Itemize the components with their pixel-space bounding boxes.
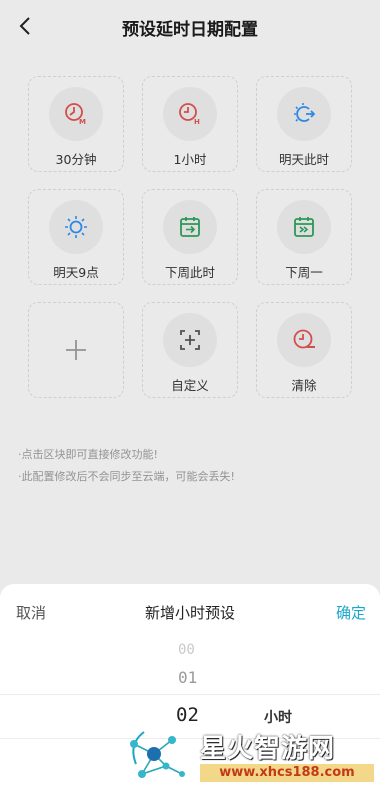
sheet-toolbar: 取消 新增小时预设 确定 xyxy=(0,584,380,640)
watermark-url: www.xhcs188.com xyxy=(200,764,374,782)
picker-selected[interactable]: 02 xyxy=(176,704,199,726)
picker-option[interactable]: 01 xyxy=(178,668,197,687)
watermark-logo xyxy=(130,731,185,778)
picker-option[interactable]: 00 xyxy=(178,642,195,658)
confirm-button[interactable]: 确定 xyxy=(336,602,366,623)
picker-divider xyxy=(0,694,380,695)
watermark: 星火智游网 www.xhcs188.com xyxy=(120,724,380,785)
watermark-title: 星火智游网 xyxy=(200,734,336,764)
sheet-title: 新增小时预设 xyxy=(144,604,235,622)
